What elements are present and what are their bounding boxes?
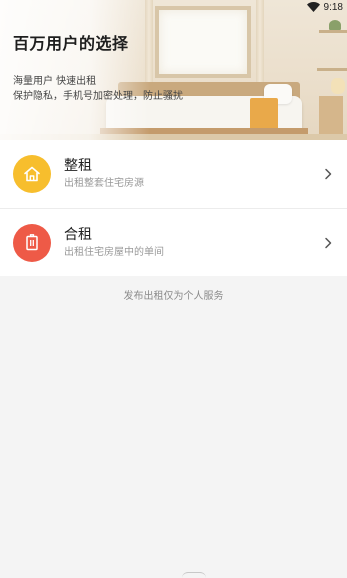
whole-rent-text: 整租 出租整套住宅房源	[64, 157, 323, 191]
home-indicator[interactable]	[182, 572, 206, 578]
plant-icon	[329, 20, 341, 30]
menu-item-shared-rent[interactable]: 合租 出租住宅房屋中的单间	[0, 208, 347, 276]
rental-type-menu: 整租 出租整套住宅房源 合租 出租住宅房屋中的单间	[0, 140, 347, 276]
content-background	[0, 276, 347, 578]
status-bar: 9:18	[0, 0, 347, 14]
wifi-icon	[306, 2, 320, 12]
banner-window-illustration	[155, 6, 251, 78]
chevron-right-icon	[325, 168, 332, 180]
whole-rent-title: 整租	[64, 158, 92, 174]
whole-rent-icon-badge	[13, 155, 51, 193]
banner-shelf	[319, 30, 347, 33]
banner-text-shade	[0, 0, 150, 140]
personal-service-note: 发布出租仅为个人服务	[123, 291, 224, 302]
shared-rent-title: 合租	[64, 226, 92, 243]
room-door-icon	[26, 233, 38, 250]
shared-rent-text: 合租 出租住宅房屋中的单间	[64, 226, 323, 260]
lamp-icon	[331, 78, 345, 94]
menu-item-whole-rent[interactable]: 整租 出租整套住宅房源	[0, 140, 347, 208]
status-time: 9:18	[323, 1, 343, 13]
shared-rent-description: 出租住宅房屋中的单间	[64, 246, 164, 258]
hero-banner: 百万用户的选择 海量用户 快速出租 保护隐私，手机号加密处理，防止骚扰	[0, 0, 347, 140]
banner-side-table	[319, 96, 343, 136]
house-icon	[24, 166, 40, 182]
banner-shelf-lower	[317, 68, 347, 71]
banner-title: 百万用户的选择	[13, 34, 129, 53]
chevron-right-icon	[325, 237, 332, 248]
whole-rent-description: 出租整套住宅房源	[64, 178, 144, 189]
shared-rent-icon-badge	[13, 223, 51, 262]
banner-subtitle-line2: 保护隐私，手机号加密处理，防止骚扰	[13, 91, 183, 102]
banner-subtitle-line1: 海量用户 快速出租	[13, 76, 97, 87]
